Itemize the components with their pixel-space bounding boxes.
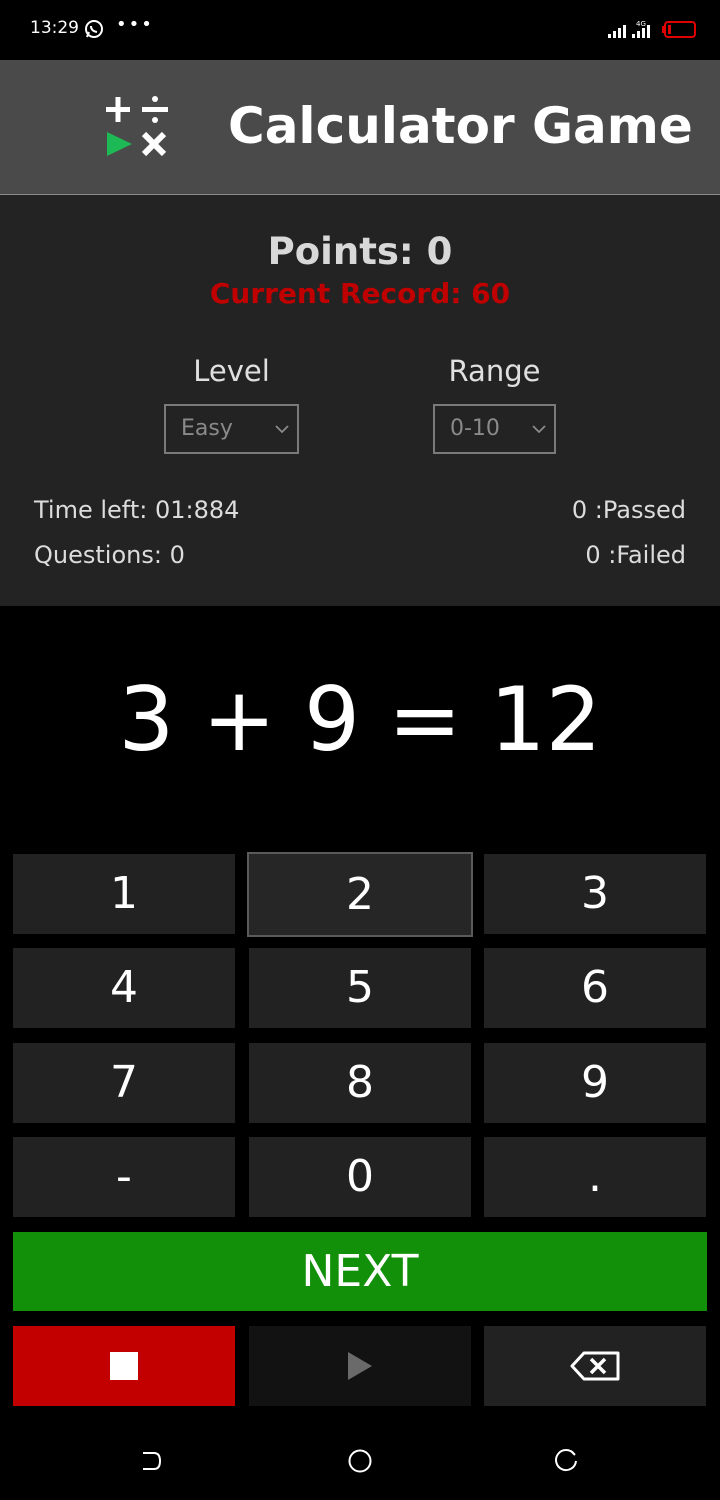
equation-display: 3 + 9 = 12 bbox=[118, 668, 602, 771]
chevron-down-icon bbox=[532, 425, 546, 434]
key-1[interactable]: 1 bbox=[13, 854, 235, 934]
level-label: Level bbox=[193, 354, 270, 388]
backspace-button[interactable] bbox=[484, 1326, 706, 1406]
passed-label: 0 :Passed bbox=[571, 496, 686, 524]
system-nav-bar bbox=[0, 1420, 720, 1500]
chevron-down-icon bbox=[275, 425, 289, 434]
status-bar: 13:29 ••• 4G bbox=[0, 0, 720, 60]
next-button[interactable]: NEXT bbox=[13, 1232, 707, 1311]
time-left-label: Time left: 01:884 bbox=[34, 496, 240, 524]
key-3[interactable]: 3 bbox=[484, 854, 706, 934]
play-icon bbox=[348, 1352, 372, 1380]
key-5[interactable]: 5 bbox=[249, 948, 471, 1028]
home-icon[interactable] bbox=[347, 1448, 373, 1474]
stop-button[interactable] bbox=[13, 1326, 235, 1406]
key-8[interactable]: 8 bbox=[249, 1043, 471, 1123]
stop-icon bbox=[110, 1352, 138, 1380]
key-6[interactable]: 6 bbox=[484, 948, 706, 1028]
battery-icon bbox=[662, 21, 696, 38]
status-time: 13:29 bbox=[30, 18, 79, 38]
range-select-value: 0-10 bbox=[450, 416, 500, 441]
key-4[interactable]: 4 bbox=[13, 948, 235, 1028]
failed-label: 0 :Failed bbox=[585, 541, 686, 569]
current-record-label: Current Record: 60 bbox=[209, 277, 511, 310]
key-minus[interactable]: - bbox=[13, 1137, 235, 1217]
key-decimal[interactable]: . bbox=[484, 1137, 706, 1217]
key-7[interactable]: 7 bbox=[13, 1043, 235, 1123]
signal-icon: 4G bbox=[608, 20, 650, 38]
backspace-icon bbox=[570, 1351, 620, 1381]
key-9[interactable]: 9 bbox=[484, 1043, 706, 1123]
whatsapp-icon bbox=[85, 20, 103, 38]
level-select-value: Easy bbox=[181, 416, 233, 441]
back-icon[interactable] bbox=[138, 1448, 164, 1474]
play-button[interactable] bbox=[249, 1326, 471, 1406]
range-label: Range bbox=[448, 354, 541, 388]
app-logo-icon bbox=[106, 96, 168, 157]
key-2[interactable]: 2 bbox=[247, 852, 473, 937]
network-type: 4G bbox=[636, 20, 646, 28]
range-select[interactable]: 0-10 bbox=[433, 404, 556, 454]
questions-label: Questions: 0 bbox=[34, 541, 185, 569]
app-title: Calculator Game bbox=[228, 97, 693, 155]
level-select[interactable]: Easy bbox=[164, 404, 299, 454]
points-label: Points: 0 bbox=[267, 230, 453, 273]
more-notifications-icon: ••• bbox=[116, 14, 154, 35]
recents-icon[interactable] bbox=[554, 1448, 580, 1474]
key-0[interactable]: 0 bbox=[249, 1137, 471, 1217]
